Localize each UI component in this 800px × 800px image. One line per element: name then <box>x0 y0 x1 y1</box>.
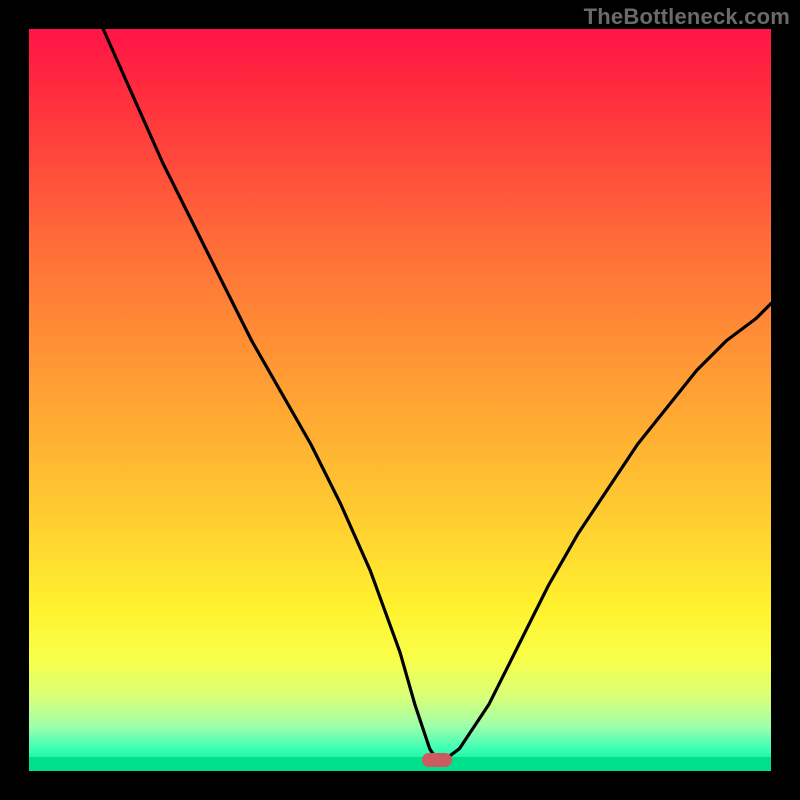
chart-frame: TheBottleneck.com <box>0 0 800 800</box>
optimal-point-marker <box>422 753 452 767</box>
plot-area <box>29 29 771 771</box>
line-curve <box>29 29 771 771</box>
watermark-text: TheBottleneck.com <box>584 4 790 30</box>
